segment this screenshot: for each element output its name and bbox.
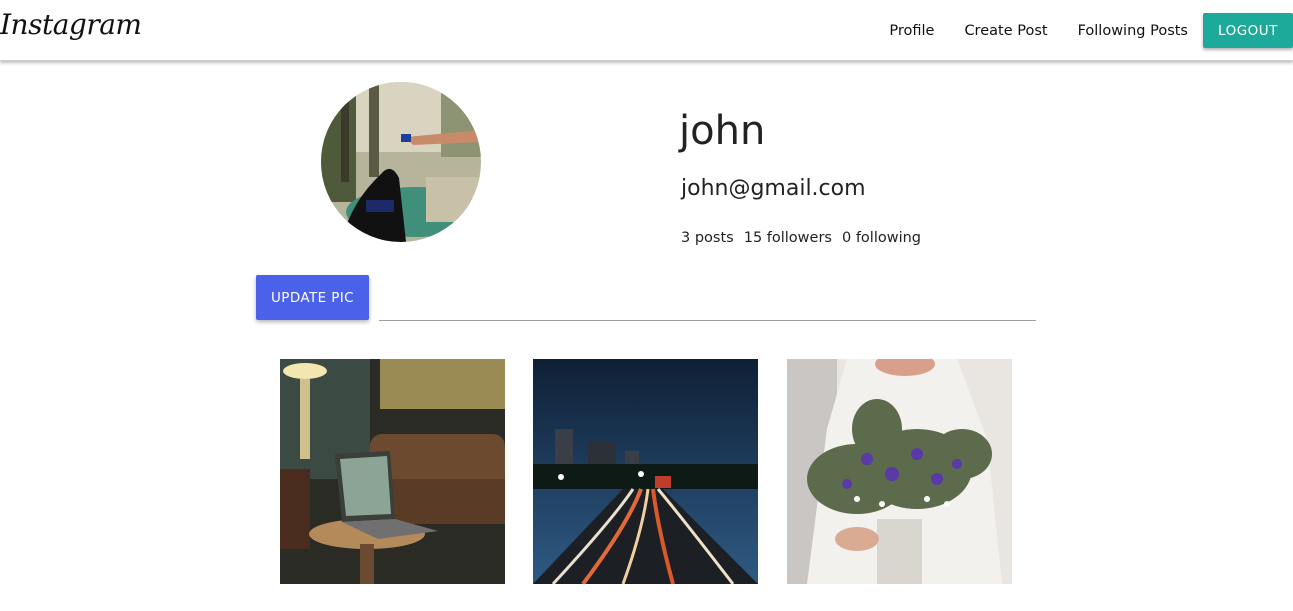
logout-button[interactable]: LOGOUT [1203,13,1293,48]
post-thumbnail-highway[interactable] [533,359,758,584]
brand-logo[interactable]: Instagram [0,8,142,41]
nav-links: Profile Create Post Following Posts LOGO… [889,0,1293,61]
highway-photo [533,359,758,584]
navbar: Instagram Profile Create Post Following … [0,0,1293,61]
profile-avatar [321,82,481,242]
following-count: 0 following [841,230,922,246]
posts-count: 3 posts [681,230,734,246]
profile-email: john@gmail.com [681,176,866,201]
followers-count: 15 followers [743,230,832,246]
profile-username: john [679,108,766,154]
avatar-dog-photo [321,82,481,242]
laptop-photo [280,359,505,584]
post-thumbnail-bouquet[interactable] [787,359,1012,584]
update-pic-button[interactable]: UPDATE PIC [256,275,369,320]
nav-create-post-link[interactable]: Create Post [964,23,1047,39]
bouquet-photo [787,359,1012,584]
nav-profile-link[interactable]: Profile [889,23,934,39]
post-thumbnail-laptop[interactable] [280,359,505,584]
nav-following-posts-link[interactable]: Following Posts [1078,23,1188,39]
profile-divider [379,320,1036,321]
profile-stats: 3 posts 15 followers 0 following [681,230,931,246]
